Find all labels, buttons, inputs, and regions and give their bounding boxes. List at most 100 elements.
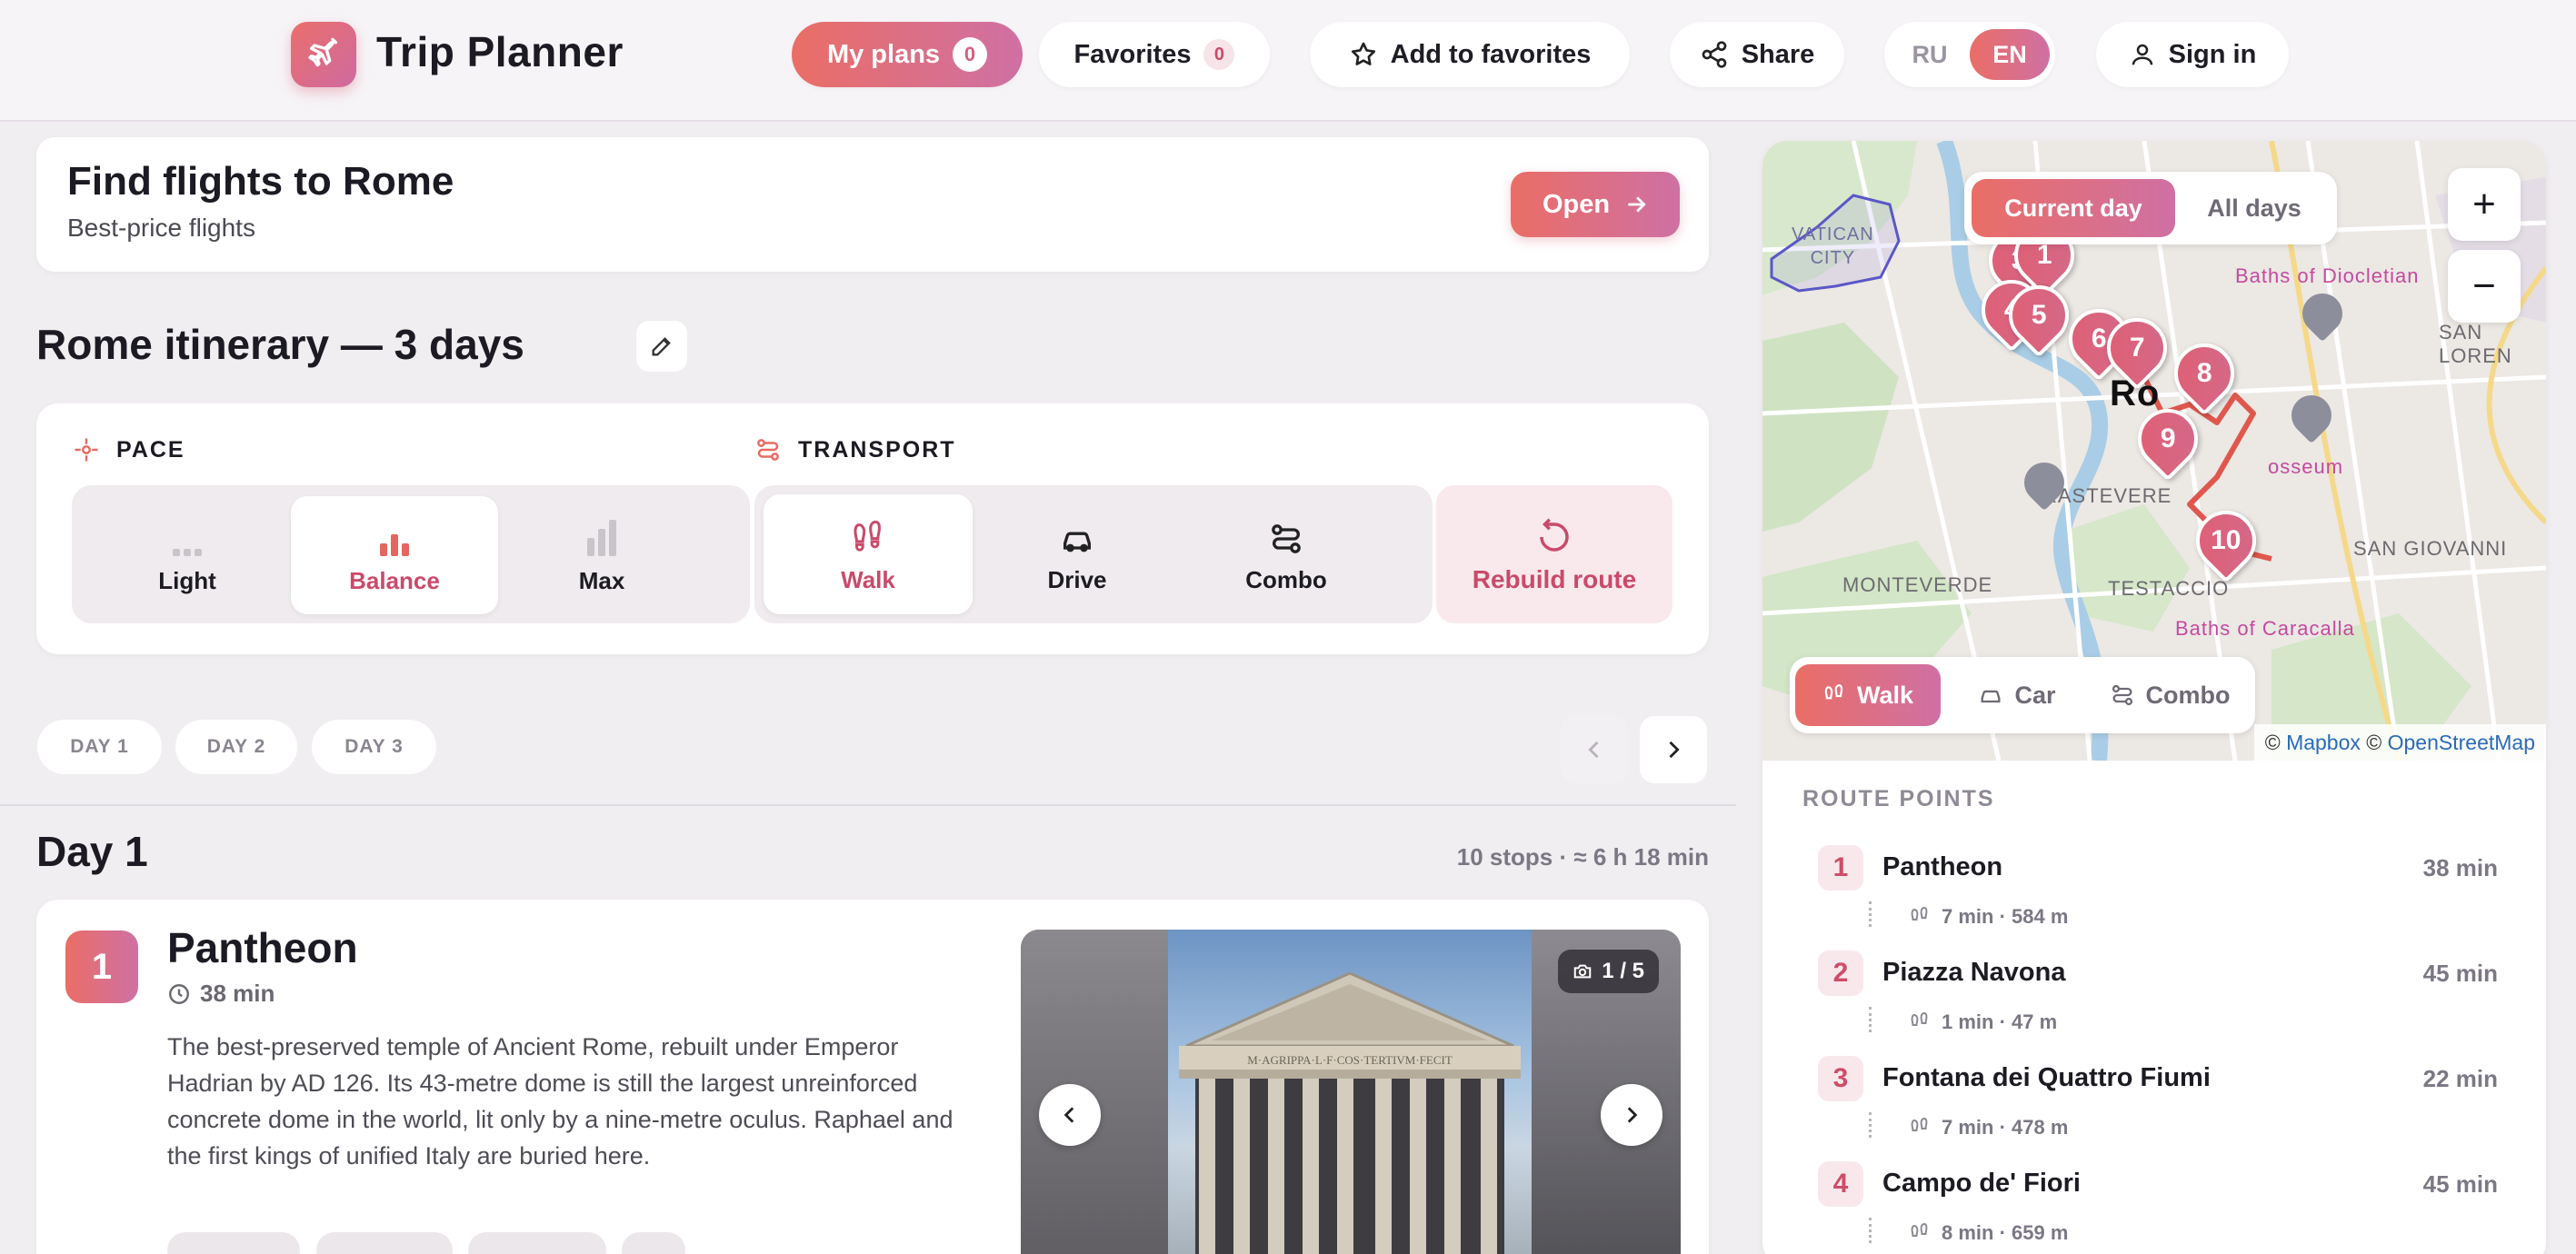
app-title[interactable]: Trip Planner [376,27,624,76]
route-point-duration: 38 min [2422,854,2498,881]
route-leg-label: 8 min · 659 m [1942,1221,2069,1244]
route-leg-label: 1 min · 47 m [1942,1010,2058,1033]
map-mode-walk[interactable]: Walk [1795,664,1941,726]
map-label-vatican: VATICAN CITY [1792,224,1874,268]
minus-icon: − [2472,264,2496,308]
car-icon [1978,682,2003,708]
stop-tag[interactable] [167,1232,300,1254]
route-point-duration: 45 min [2422,1170,2498,1198]
map-label-caracalla: Baths of Caracalla [2175,617,2355,640]
zoom-out-button[interactable]: − [2448,250,2521,323]
share-button[interactable]: Share [1670,22,1844,87]
photo-counter: 1 / 5 [1558,950,1659,993]
photo-prev-button[interactable] [1039,1084,1101,1146]
map-view-toggle: Current day All days [1964,172,2337,244]
flights-title: Find flights to Rome [67,159,454,204]
pantheon-photo: M·AGRIPPA·L·F·COS·TERTIVM·FECIT [1168,930,1532,1254]
route-leg-label: 7 min · 584 m [1942,905,2069,928]
tab-day-1[interactable]: DAY 1 [37,720,162,774]
sign-in-button[interactable]: Sign in [2096,22,2289,87]
my-plans-label: My plans [826,39,941,69]
stop-description: The best-preserved temple of Ancient Rom… [167,1033,954,1169]
rebuild-route-button[interactable]: Rebuild route [1436,485,1672,623]
chevron-left-icon [1582,737,1607,762]
footprints-icon [1909,906,1931,928]
pace-max-label: Max [578,566,625,594]
stop-tag[interactable] [622,1232,685,1254]
transport-drive[interactable]: Drive [973,494,1182,614]
pace-light[interactable]: Light [84,496,291,614]
pace-max[interactable]: Max [498,496,705,614]
map-mode-car[interactable]: Car [1952,664,2082,726]
map-label-san-lorenzo: SAN LOREN [2439,321,2512,367]
share-icon [1700,40,1729,69]
map-mode-combo-label: Combo [2145,681,2231,709]
route-point-number: 4 [1818,1161,1863,1207]
map-label-san-giovanni: SAN GIOVANNI [2353,537,2508,560]
bars-high-icon [584,516,620,558]
next-day-button[interactable] [1640,716,1707,783]
transport-header: TRANSPORT [754,436,956,463]
stop-tag[interactable] [468,1232,606,1254]
chevron-right-icon [1661,737,1686,762]
stop-duration-label: 38 min [200,980,275,1007]
route-points-title: ROUTE POINTS [1802,786,1995,811]
tab-day-2[interactable]: DAY 2 [175,720,297,774]
open-flights-button[interactable]: Open [1511,172,1680,237]
map-mode-car-label: Car [2014,681,2056,709]
map-marker-label: 1 [2036,240,2052,270]
map-marker-label: 8 [2196,358,2212,388]
map-marker-label: 9 [2160,423,2176,453]
route-point-number: 2 [1818,950,1863,996]
prev-day-button[interactable] [1561,716,1628,783]
route-point-name: Fontana dei Quattro Fiumi [1882,1063,2211,1092]
current-day-button[interactable]: Current day [1972,179,2175,237]
photo-next-button[interactable] [1601,1084,1662,1146]
route-leg: 7 min · 584 m [1909,905,2068,929]
my-plans-count: 0 [953,37,988,72]
top-bar: Trip Planner My plans 0 Favorites 0 Add … [0,0,2576,122]
map-mode-walk-label: Walk [1856,681,1913,709]
route-icon [2110,682,2135,708]
chevron-right-icon [1620,1103,1643,1127]
my-plans-button[interactable]: My plans 0 [792,22,1023,87]
camera-icon [1573,961,1593,981]
favorites-count: 0 [1203,39,1235,70]
pace-label: PACE [116,436,185,463]
share-label: Share [1741,39,1815,69]
lang-en[interactable]: EN [1970,29,2050,80]
zoom-in-button[interactable]: + [2448,168,2521,241]
route-point-name: Piazza Navona [1882,958,2066,987]
pace-light-label: Light [158,566,216,594]
map[interactable]: VATICAN CITY Baths of Diocletian SAN LOR… [1762,141,2546,761]
edit-title-button[interactable] [636,321,687,372]
footprints-icon [850,515,886,557]
stop-tag[interactable] [316,1232,453,1254]
route-connector [1869,1112,1872,1138]
language-switch[interactable]: RU EN [1884,22,2055,87]
day-title: Day 1 [36,828,148,875]
osm-link[interactable]: OpenStreetMap [2388,731,2535,755]
route-point-name: Pantheon [1882,852,2003,881]
footprints-icon [1822,683,1846,707]
mapbox-link[interactable]: Mapbox [2286,731,2361,755]
footprints-icon [1909,1117,1931,1139]
route-point-name: Campo de' Fiori [1882,1169,2081,1198]
favorites-button[interactable]: Favorites 0 [1039,22,1270,87]
lang-ru[interactable]: RU [1890,41,1970,69]
route-icon [1268,515,1304,557]
map-marker-label: 6 [2091,323,2107,353]
all-days-button[interactable]: All days [2179,179,2330,237]
plane-icon[interactable] [291,22,356,87]
pace-balance[interactable]: Balance [291,496,498,614]
bars-mid-icon [376,516,413,558]
plus-icon: + [2472,182,2496,226]
map-mode-combo[interactable]: Combo [2090,664,2250,726]
transport-label: TRANSPORT [798,436,956,463]
transport-combo[interactable]: Combo [1182,494,1391,614]
add-to-favorites-button[interactable]: Add to favorites [1310,22,1630,87]
tab-day-3[interactable]: DAY 3 [312,720,436,774]
transport-walk[interactable]: Walk [764,494,973,614]
stop-name: Pantheon [167,924,358,971]
user-icon [2129,41,2156,68]
